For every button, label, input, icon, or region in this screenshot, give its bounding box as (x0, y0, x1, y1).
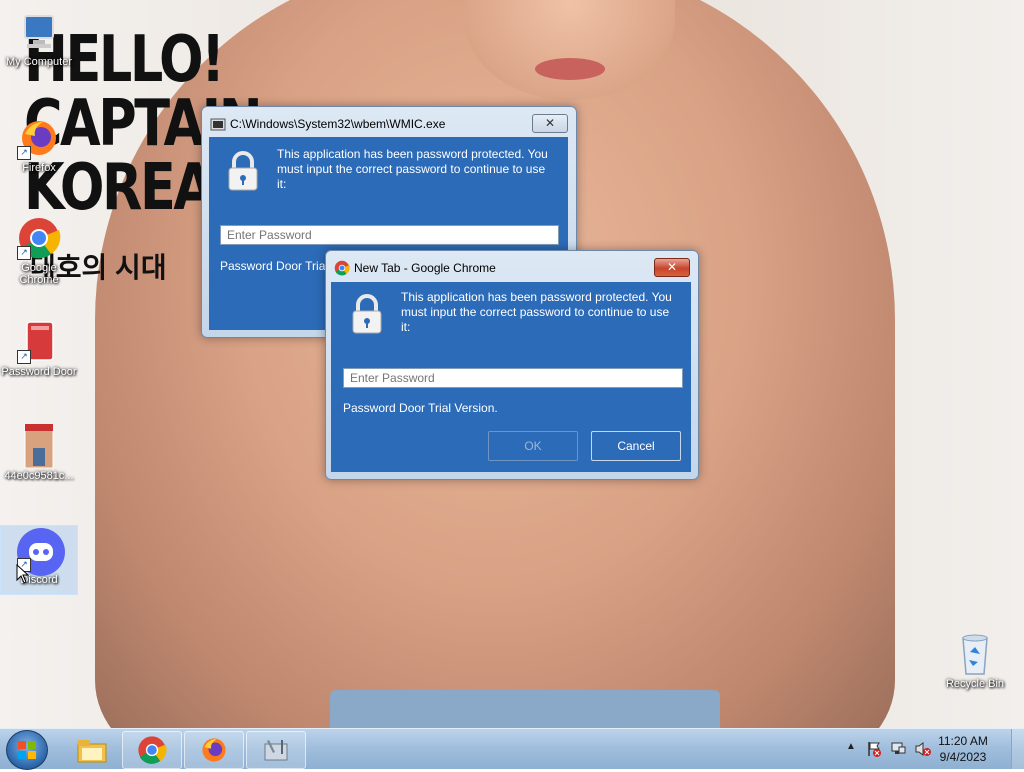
desktop: HELLO! CAPTAIN KOREA 대호의 시대 My Computer … (0, 0, 1024, 728)
taskbar-file-explorer[interactable] (62, 731, 122, 769)
start-button[interactable] (6, 730, 48, 770)
desktop-icon-label: Firefox (22, 162, 56, 174)
ok-button[interactable]: OK (488, 431, 578, 461)
desktop-icon-discord[interactable]: ↗ Discord (0, 525, 78, 595)
dialog-titlebar[interactable]: New Tab - Google Chrome ✕ (334, 255, 690, 281)
taskbar-tools[interactable] (246, 731, 306, 769)
dialog-message: This application has been password prote… (401, 290, 672, 334)
image-file-icon (17, 423, 61, 469)
desktop-icon-image-file[interactable]: 44e0c9581c... (1, 423, 77, 482)
dialog-title: New Tab - Google Chrome (354, 261, 496, 275)
password-input[interactable] (220, 225, 559, 245)
chrome-icon (138, 736, 167, 764)
close-icon: ✕ (666, 260, 678, 274)
clock-date: 9/4/2023 (939, 750, 987, 764)
console-icon (210, 116, 226, 132)
dialog-body: This application has been password prote… (331, 282, 691, 472)
trial-text: Password Door Trial (220, 259, 329, 273)
cancel-button[interactable]: Cancel (591, 431, 681, 461)
shortcut-arrow-icon: ↗ (17, 246, 31, 260)
clock[interactable]: 11:20 AM 9/4/2023 (928, 733, 998, 765)
firefox-icon: ↗ (17, 116, 61, 160)
dialog-title: C:\Windows\System32\wbem\WMIC.exe (230, 117, 446, 131)
desktop-icon-label: Recycle Bin (945, 678, 1005, 690)
desktop-icon-google-chrome[interactable]: ↗ Google Chrome (1, 216, 77, 286)
mouse-cursor-icon (16, 564, 30, 584)
dialog-chrome: New Tab - Google Chrome ✕ This applicati… (325, 250, 699, 480)
password-door-icon: ↗ (17, 320, 61, 364)
tools-icon (264, 740, 288, 761)
recycle-bin-icon (953, 632, 997, 676)
desktop-icon-label: Google Chrome (19, 262, 59, 286)
wallpaper-lips (535, 58, 605, 80)
show-desktop-button[interactable] (1011, 729, 1024, 769)
chrome-icon (334, 260, 350, 276)
desktop-icon-my-computer[interactable]: My Computer (1, 10, 77, 68)
desktop-icon-password-door[interactable]: ↗ Password Door (1, 320, 77, 378)
firefox-icon (202, 738, 226, 762)
desktop-icon-label: 44e0c9581c... (4, 470, 74, 482)
close-icon: ✕ (544, 116, 556, 130)
trial-text: Password Door Trial Version. (343, 401, 498, 415)
taskbar: ▲ 11:20 AM 9/4/2023 (0, 728, 1024, 770)
wallpaper-jeans (330, 690, 720, 728)
dialog-titlebar[interactable]: C:\Windows\System32\wbem\WMIC.exe ✕ (210, 111, 568, 137)
network-icon[interactable] (890, 741, 908, 757)
close-button[interactable]: ✕ (654, 258, 690, 277)
desktop-icon-firefox[interactable]: ↗ Firefox (1, 116, 77, 174)
chrome-icon: ↗ (17, 216, 61, 260)
show-hidden-icons-icon[interactable]: ▲ (846, 741, 856, 752)
dialog-message: This application has been password prote… (277, 147, 548, 191)
desktop-icon-label: Password Door (1, 366, 77, 378)
password-input[interactable] (343, 368, 683, 388)
close-button[interactable]: ✕ (532, 114, 568, 133)
shortcut-arrow-icon: ↗ (17, 146, 31, 160)
taskbar-chrome[interactable] (122, 731, 182, 769)
shortcut-arrow-icon: ↗ (17, 350, 31, 364)
desktop-icon-recycle-bin[interactable]: Recycle Bin (937, 632, 1013, 690)
desktop-icon-label: My Computer (5, 56, 73, 68)
action-center-flag-icon[interactable] (866, 741, 882, 757)
lock-icon (349, 294, 385, 334)
lock-icon (225, 151, 261, 191)
computer-icon (17, 10, 61, 54)
file-explorer-icon (77, 740, 107, 763)
taskbar-firefox[interactable] (184, 731, 244, 769)
windows-logo-icon (18, 741, 36, 759)
clock-time: 11:20 AM (938, 734, 988, 748)
